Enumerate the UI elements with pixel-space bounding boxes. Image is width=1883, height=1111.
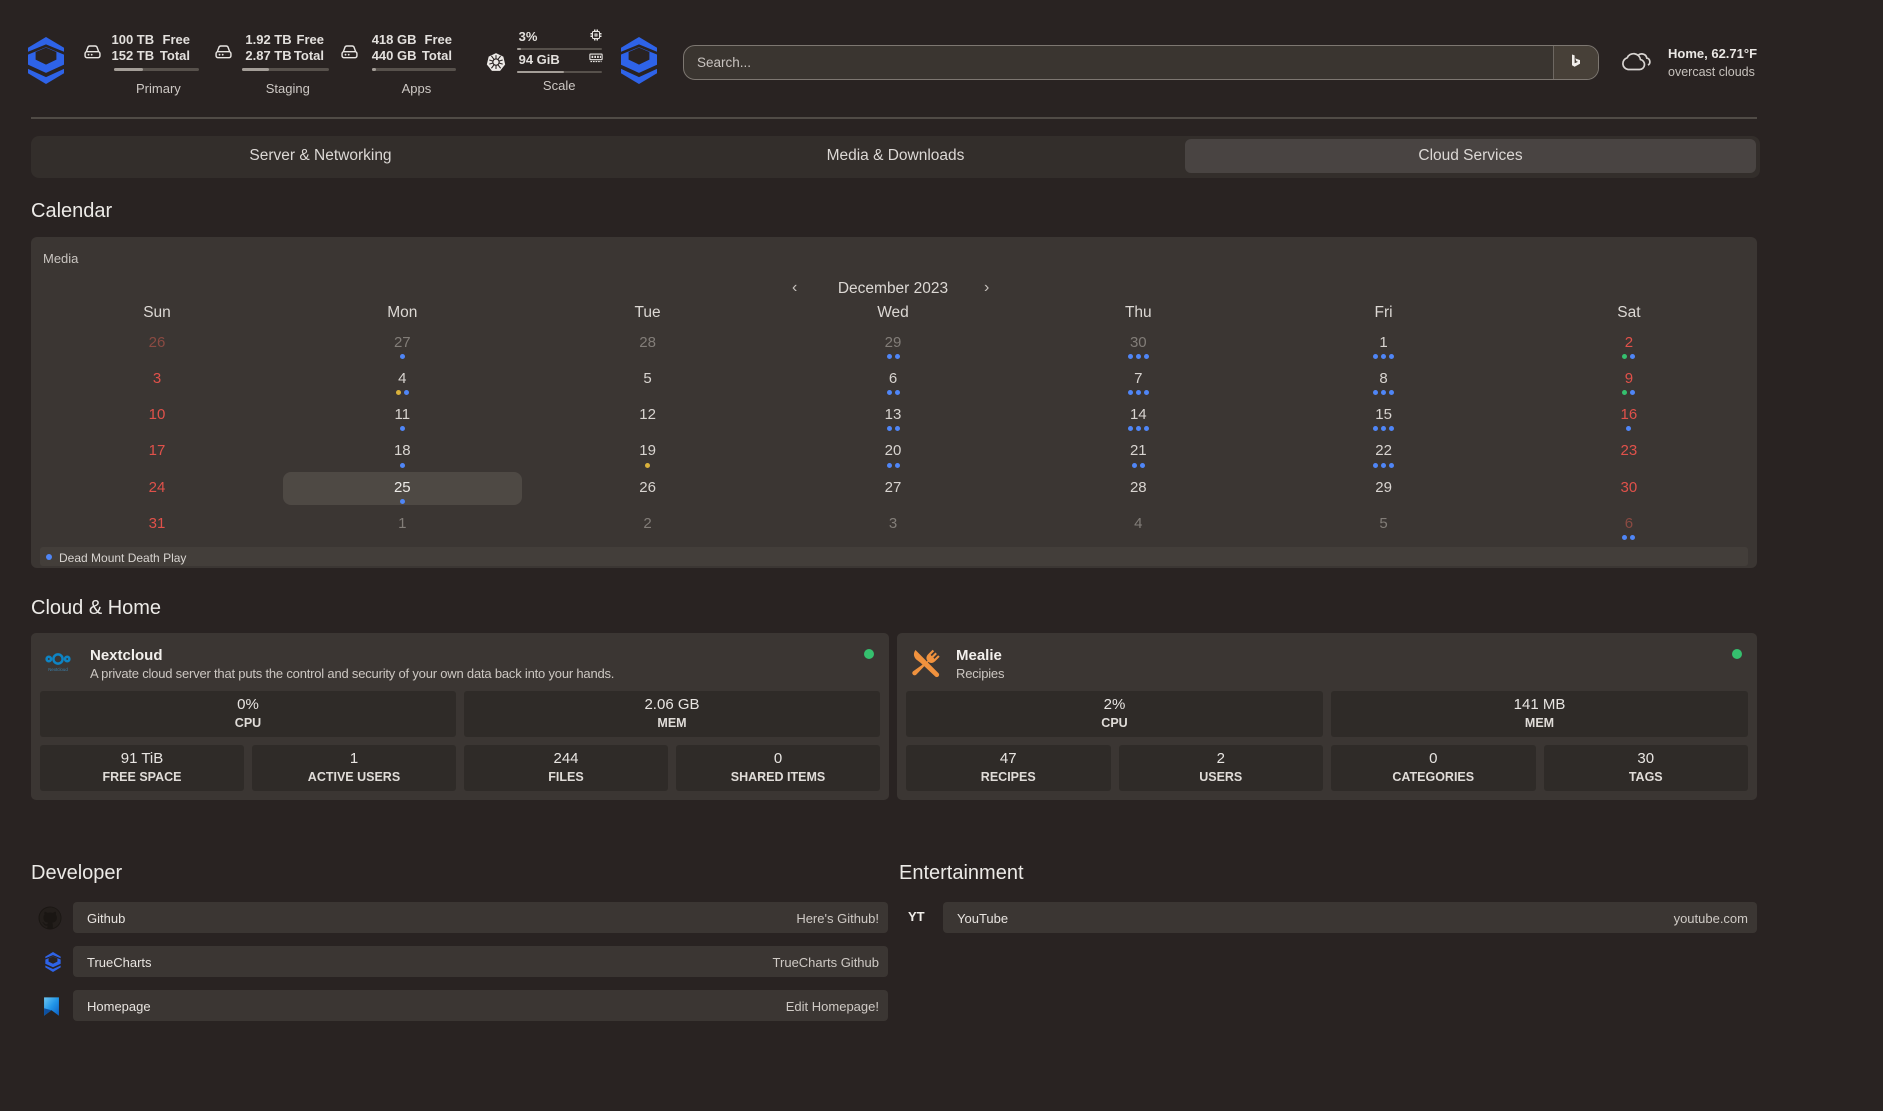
- svg-text:Nextcloud: Nextcloud: [48, 667, 68, 672]
